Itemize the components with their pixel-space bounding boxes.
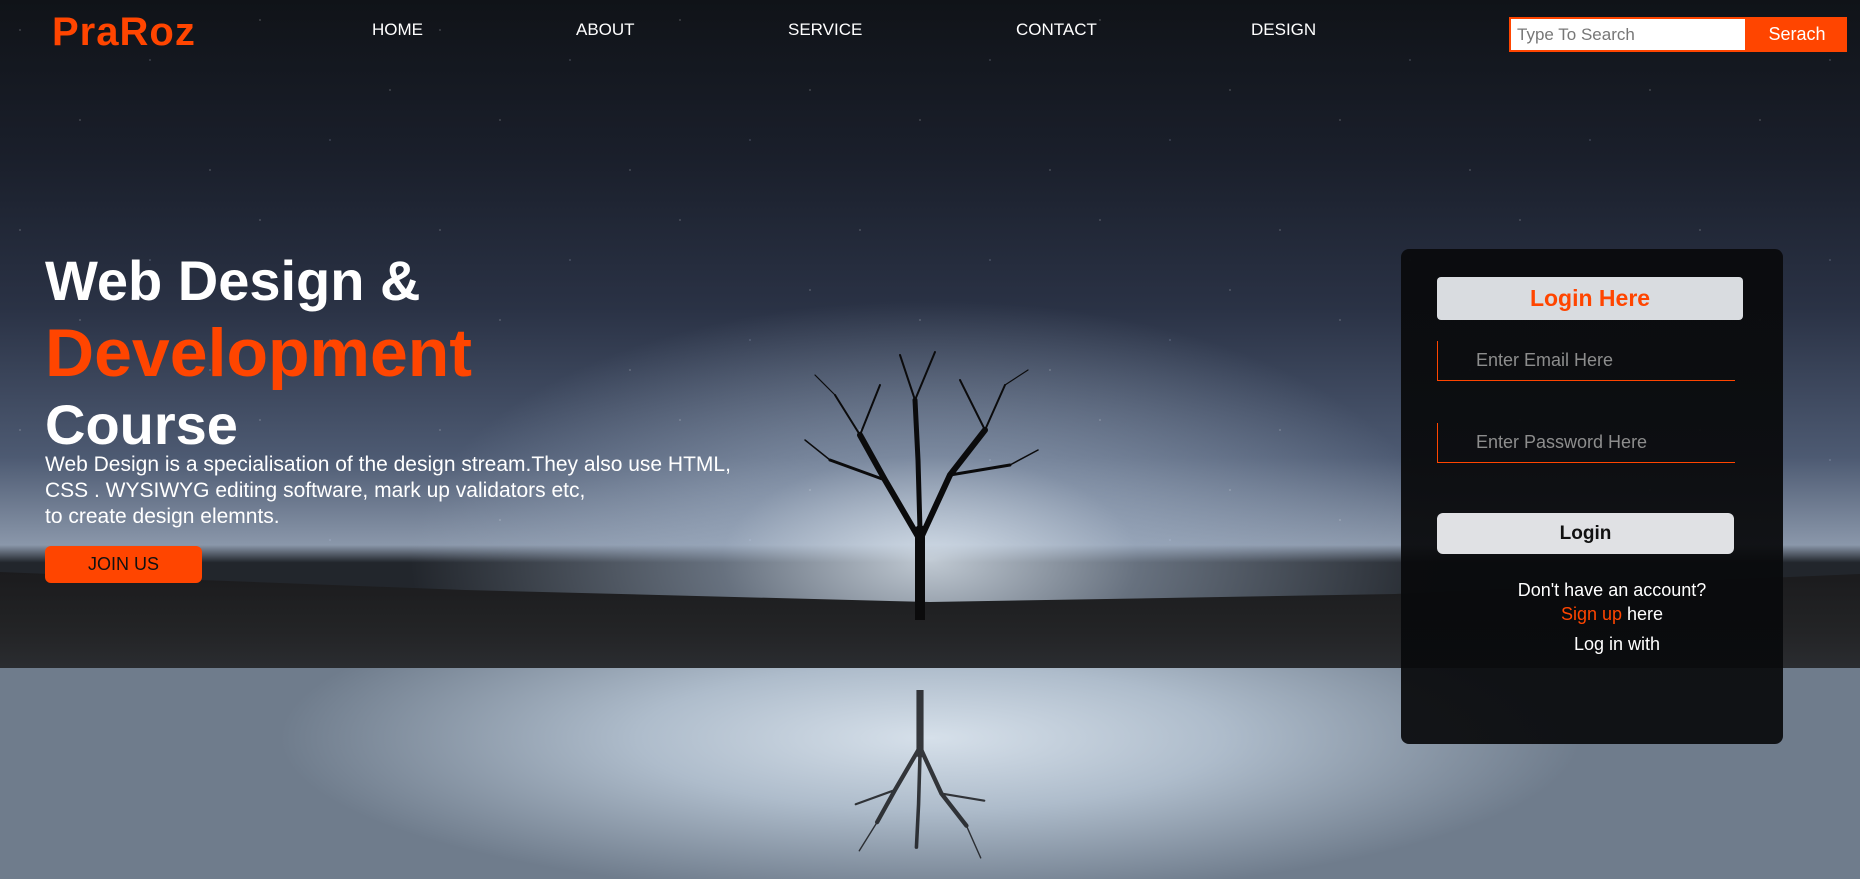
nav-contact[interactable]: CONTACT: [1016, 20, 1097, 40]
hero-title-line1: Web Design &: [45, 249, 421, 312]
password-field[interactable]: [1437, 423, 1735, 463]
nav-home[interactable]: HOME: [372, 20, 423, 40]
login-with-text: Log in with: [1573, 634, 1661, 654]
nav-service[interactable]: SERVICE: [788, 20, 862, 40]
hero-description: Web Design is a specialisation of the de…: [45, 452, 825, 530]
hero-description-line: Web Design is a specialisation of the de…: [45, 453, 731, 476]
signup-line: Sign up here: [1421, 604, 1803, 625]
tree-silhouette-icon: [804, 351, 1039, 620]
search-button[interactable]: Serach: [1747, 17, 1847, 52]
hero-description-line: to create design elemnts.: [45, 505, 280, 528]
search-input[interactable]: [1509, 17, 1747, 52]
signup-link[interactable]: Sign up: [1561, 604, 1622, 624]
email-field[interactable]: [1437, 341, 1735, 381]
nav-about[interactable]: ABOUT: [576, 20, 635, 40]
login-title: Login Here: [1437, 277, 1743, 320]
tree-reflection: [854, 690, 986, 859]
brand-logo[interactable]: PraRoz: [52, 10, 196, 55]
hero-description-line: CSS . WYSIWYG editing software, mark up …: [45, 479, 586, 502]
signup-suffix: here: [1622, 604, 1664, 624]
nav-design[interactable]: DESIGN: [1251, 20, 1316, 40]
hero-title-line3: Course: [45, 393, 238, 456]
no-account-text: Don't have an account?: [1517, 580, 1707, 600]
join-us-button[interactable]: JOIN US: [45, 546, 202, 583]
site-header: PraRoz HOME ABOUT SERVICE CONTACT DESIGN…: [0, 0, 1860, 70]
login-card: Login Here Login Don't have an account? …: [1401, 249, 1783, 744]
login-button[interactable]: Login: [1437, 513, 1734, 554]
hero-title-line2: Development: [45, 315, 472, 391]
